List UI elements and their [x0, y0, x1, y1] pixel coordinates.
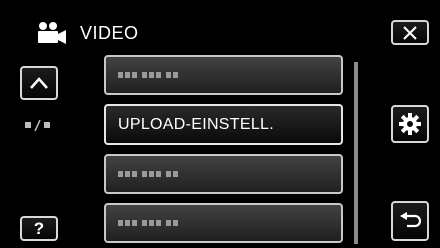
menu-item-upload-settings[interactable]: UPLOAD-EINSTELL.	[104, 104, 343, 145]
help-button[interactable]: ?	[20, 216, 58, 241]
return-icon	[400, 212, 422, 228]
page-indicator	[25, 118, 57, 132]
menu-screen: VIDEO ? UPLOAD-EINSTELL.	[0, 0, 440, 248]
menu-item-label: UPLOAD-EINSTELL.	[118, 115, 274, 133]
chevron-up-icon	[30, 77, 48, 89]
menu-item-1[interactable]	[104, 55, 343, 95]
back-button[interactable]	[391, 201, 429, 241]
menu-item-3[interactable]	[104, 154, 343, 194]
scroll-up-button[interactable]	[20, 66, 58, 100]
video-camera-icon	[38, 22, 66, 44]
help-label: ?	[33, 218, 45, 238]
scrollbar[interactable]	[354, 62, 358, 244]
menu-title: VIDEO	[80, 23, 139, 43]
close-button[interactable]	[391, 20, 429, 45]
placeholder-label	[118, 171, 178, 177]
close-icon	[403, 25, 417, 40]
settings-button[interactable]	[391, 105, 429, 143]
menu-item-4[interactable]	[104, 203, 343, 243]
gear-icon	[399, 113, 421, 135]
placeholder-label	[118, 220, 178, 226]
placeholder-label	[118, 72, 178, 78]
